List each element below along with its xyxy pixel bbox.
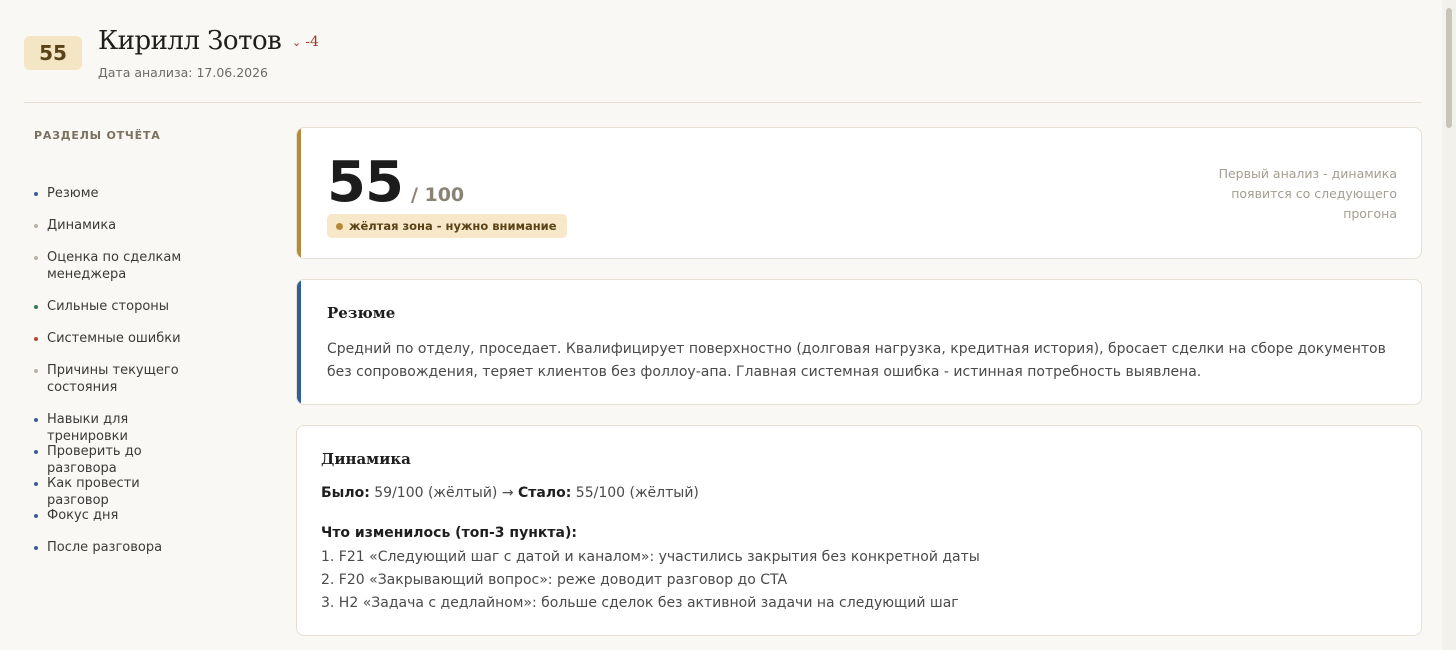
dynamics-title: Динамика bbox=[321, 450, 411, 468]
bullet-dot-icon bbox=[34, 418, 38, 422]
bullet-dot-icon bbox=[34, 514, 38, 518]
sidebar-nav-item[interactable]: Оценка по сделкам менеджера bbox=[34, 249, 197, 283]
big-score: 55 / 100 bbox=[327, 150, 464, 215]
sidebar-nav-item[interactable]: Навыки для тренировки bbox=[34, 411, 197, 445]
page-scrollbar[interactable] bbox=[1442, 0, 1456, 650]
score-delta: ⌄ -4 bbox=[292, 34, 319, 50]
sidebar-nav-item[interactable]: После разговора bbox=[34, 539, 197, 556]
big-score-value: 55 bbox=[327, 150, 404, 215]
dynamics-summary: Было: 59/100 (жёлтый) → Стало: 55/100 (ж… bbox=[321, 485, 699, 501]
changes-list: 1. F21 «Следующий шаг с датой и каналом»… bbox=[321, 546, 980, 615]
sidebar-nav-item[interactable]: Фокус дня bbox=[34, 507, 197, 524]
sidebar-title: РАЗДЕЛЫ ОТЧЁТА bbox=[34, 129, 161, 142]
resume-title: Резюме bbox=[327, 304, 396, 322]
scrollbar-thumb[interactable] bbox=[1446, 8, 1452, 128]
bullet-dot-icon bbox=[34, 224, 38, 228]
score-card-accent bbox=[297, 128, 301, 258]
zone-label: жёлтая зона - нужно внимание bbox=[349, 219, 557, 233]
changes-title: Что изменилось (топ-3 пункта): bbox=[321, 525, 577, 541]
zone-badge: жёлтая зона - нужно внимание bbox=[327, 214, 567, 238]
bullet-dot-icon bbox=[34, 305, 38, 309]
manager-name: Кирилл Зотов bbox=[98, 26, 282, 56]
list-item: 1. F21 «Следующий шаг с датой и каналом»… bbox=[321, 549, 980, 565]
resume-card-accent bbox=[297, 280, 301, 404]
bullet-dot-icon bbox=[34, 369, 38, 373]
zone-dot-icon bbox=[336, 222, 343, 230]
bullet-dot-icon bbox=[34, 450, 38, 454]
resume-text: Средний по отделу, проседает. Квалифицир… bbox=[327, 341, 1386, 380]
first-analysis-note: Первый анализ - динамика появится со сле… bbox=[1218, 166, 1397, 221]
sidebar-nav-label: После разговора bbox=[47, 540, 163, 555]
bullet-dot-icon bbox=[34, 192, 38, 196]
sidebar-nav-label: Причины текущего состояния bbox=[47, 363, 179, 395]
dynamics-card: Динамика Было: 59/100 (жёлтый) → Стало: … bbox=[296, 425, 1422, 636]
now-label: Стало: bbox=[518, 485, 572, 501]
sidebar-nav-item[interactable]: Резюме bbox=[34, 185, 197, 202]
bullet-dot-icon bbox=[34, 337, 38, 341]
report-header: 55 Кирилл Зотов ⌄ -4 Дата анализа: 17.06… bbox=[24, 0, 1422, 103]
sidebar-nav-item[interactable]: Динамика bbox=[34, 217, 197, 234]
analysis-date: Дата анализа: 17.06.2026 bbox=[98, 65, 269, 80]
now-value: 55/100 (жёлтый) bbox=[575, 485, 699, 501]
sidebar-nav-label: Сильные стороны bbox=[47, 299, 170, 314]
list-item: 3. H2 «Задача с дедлайном»: больше сдело… bbox=[321, 595, 959, 611]
sidebar-nav-label: Оценка по сделкам менеджера bbox=[47, 250, 182, 282]
resume-card: Резюме Средний по отделу, проседает. Ква… bbox=[296, 279, 1422, 405]
sidebar-nav-label: Динамика bbox=[47, 218, 117, 233]
sidebar-nav-label: Системные ошибки bbox=[47, 331, 181, 346]
bullet-dot-icon bbox=[34, 256, 38, 260]
sidebar-nav-item[interactable]: Как провести разговор bbox=[34, 475, 197, 509]
sidebar-nav: РАЗДЕЛЫ ОТЧЁТА Резюме Динамика Оценка по с… bbox=[34, 129, 234, 555]
sidebar-nav-item[interactable]: Системные ошибки bbox=[34, 330, 197, 347]
score-delta-value: -4 bbox=[305, 34, 319, 50]
arrow-right-icon: → bbox=[501, 485, 514, 501]
was-label: Было: bbox=[321, 485, 370, 501]
big-score-max: / 100 bbox=[410, 184, 465, 206]
sidebar-nav-item[interactable]: Сильные стороны bbox=[34, 298, 197, 315]
sidebar-nav-item[interactable]: Причины текущего состояния bbox=[34, 362, 197, 396]
sidebar-nav-label: Проверить до разговора bbox=[47, 444, 142, 476]
sidebar-nav-label: Как провести разговор bbox=[47, 476, 140, 508]
bullet-dot-icon bbox=[34, 546, 38, 550]
sidebar-nav-label: Резюме bbox=[47, 186, 99, 201]
chevron-down-icon: ⌄ bbox=[292, 35, 302, 49]
score-card: 55 / 100 жёлтая зона - нужно внимание Пе… bbox=[296, 127, 1422, 259]
sidebar-nav-label: Фокус дня bbox=[47, 508, 119, 523]
header-score-badge: 55 bbox=[24, 36, 82, 70]
sidebar-nav-item[interactable]: Проверить до разговора bbox=[34, 443, 197, 477]
sidebar-nav-label: Навыки для тренировки bbox=[47, 412, 129, 444]
bullet-dot-icon bbox=[34, 482, 38, 486]
was-value: 59/100 (жёлтый) bbox=[374, 485, 498, 501]
list-item: 2. F20 «Закрывающий вопрос»: реже доводи… bbox=[321, 572, 788, 588]
